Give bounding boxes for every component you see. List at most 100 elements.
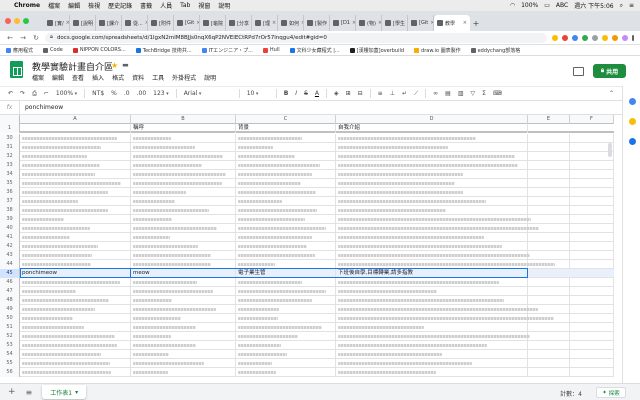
empty-cell[interactable] (528, 323, 570, 332)
redacted-cell[interactable] (336, 224, 539, 233)
select-all-corner[interactable] (0, 115, 20, 124)
empty-cell[interactable] (570, 197, 614, 206)
search-icon[interactable]: ⌕ (620, 2, 623, 10)
browser-tab[interactable]: [Git × (174, 15, 200, 31)
row-number[interactable]: 49 (0, 305, 20, 314)
browser-tab[interactable]: 教學 × (434, 15, 470, 31)
bookmark-item[interactable]: draw.io 圖表製作 (414, 47, 461, 54)
empty-cell[interactable] (528, 278, 570, 287)
redacted-cell[interactable] (236, 296, 336, 305)
redacted-cell[interactable] (20, 314, 131, 323)
redacted-cell[interactable] (20, 224, 131, 233)
redacted-cell[interactable] (236, 305, 336, 314)
docs-menu-item[interactable]: 格式 (112, 73, 124, 82)
empty-cell[interactable] (528, 143, 570, 152)
redacted-cell[interactable] (336, 287, 528, 296)
redacted-cell[interactable] (336, 368, 528, 377)
italic-button[interactable]: I (295, 90, 297, 97)
extension-icon[interactable] (582, 34, 588, 41)
redacted-cell[interactable] (20, 359, 131, 368)
browser-tab[interactable]: [說明× (70, 15, 96, 31)
redacted-cell[interactable] (131, 233, 236, 242)
empty-cell[interactable] (570, 224, 614, 233)
add-sheet-icon[interactable]: + (8, 387, 16, 397)
new-tab-icon[interactable]: + (470, 15, 482, 31)
row-number[interactable]: 34 (0, 170, 20, 179)
empty-cell[interactable] (528, 350, 570, 359)
empty-cell[interactable] (528, 170, 570, 179)
sheets-logo-icon[interactable] (10, 61, 23, 78)
redacted-cell[interactable] (336, 161, 528, 170)
redacted-cell[interactable] (131, 152, 236, 161)
empty-cell[interactable] (528, 314, 570, 323)
row-number[interactable]: 51 (0, 323, 20, 332)
browser-tab[interactable]: [D1 × (330, 15, 356, 31)
align-vertical-icon[interactable]: ⊥ (390, 90, 395, 97)
percent-format-button[interactable]: % (111, 90, 117, 97)
row-number[interactable]: 53 (0, 341, 20, 350)
browser-tab[interactable]: [課介× (96, 15, 122, 31)
chevron-down-icon[interactable]: ▾ (75, 389, 78, 396)
input-tools-icon[interactable]: ⌨ (493, 90, 502, 97)
print-icon[interactable]: ⎙ (32, 90, 37, 98)
redacted-cell[interactable] (236, 179, 336, 188)
redacted-cell[interactable] (131, 359, 236, 368)
column-header-f[interactable]: F (570, 115, 614, 124)
redacted-cell[interactable] (20, 278, 131, 287)
empty-cell[interactable] (570, 278, 614, 287)
reload-icon[interactable]: ↻ (32, 34, 40, 42)
empty-cell[interactable] (570, 368, 614, 377)
empty-cell[interactable] (570, 161, 614, 170)
docs-menu-item[interactable]: 檔案 (32, 73, 44, 82)
borders-icon[interactable]: ⊞ (346, 90, 351, 97)
redacted-cell[interactable] (20, 332, 131, 341)
bold-button[interactable]: B (284, 90, 289, 97)
redacted-cell[interactable] (336, 179, 528, 188)
browser-tab[interactable]: (物) × (356, 15, 382, 31)
header-cell-nickname[interactable]: 稱呼 (131, 124, 236, 133)
zoom-select[interactable]: 100% (56, 90, 77, 97)
browser-tab[interactable]: [學生× (382, 15, 408, 31)
forward-arrow-icon[interactable]: → (19, 34, 27, 42)
empty-cell[interactable] (528, 188, 570, 197)
row-number[interactable]: 55 (0, 359, 20, 368)
empty-cell[interactable] (570, 296, 614, 305)
redacted-cell[interactable] (131, 296, 236, 305)
redacted-cell[interactable] (131, 314, 236, 323)
redacted-cell[interactable] (20, 323, 131, 332)
link-icon[interactable]: ∞ (433, 90, 438, 97)
row-number[interactable]: 42 (0, 242, 20, 251)
menubar-item[interactable]: 書籤 (140, 1, 152, 10)
redacted-cell[interactable] (336, 206, 528, 215)
empty-cell[interactable] (528, 287, 570, 296)
docs-menu-item[interactable]: 工具 (152, 73, 164, 82)
empty-cell[interactable] (570, 332, 614, 341)
selection-count[interactable]: 計數：4 (560, 389, 582, 398)
currency-format-button[interactable]: NT$ (92, 90, 104, 97)
docs-menu-item[interactable]: 外掛程式 (172, 73, 196, 82)
redacted-cell[interactable] (236, 206, 336, 215)
redacted-cell[interactable] (236, 215, 336, 224)
empty-cell[interactable] (528, 233, 570, 242)
row-number[interactable]: 41 (0, 233, 20, 242)
bookmark-item[interactable]: NIPPON COLORS... (72, 47, 126, 53)
redacted-cell[interactable] (336, 341, 528, 350)
bookmark-item[interactable]: TechBridge 技術共... (135, 47, 192, 54)
tasks-icon[interactable] (629, 138, 636, 145)
extension-icon[interactable] (562, 34, 568, 41)
functions-icon[interactable]: Σ (482, 90, 486, 97)
empty-cell[interactable] (570, 233, 614, 242)
bookmark-item[interactable]: 文科少女藏程式 |... (289, 47, 340, 54)
empty-cell[interactable] (570, 260, 614, 269)
redacted-cell[interactable] (336, 278, 528, 287)
increase-decimals-button[interactable]: .00 (137, 90, 147, 97)
sheet-tab[interactable]: 工作表1 ▾ (42, 385, 87, 399)
redacted-cell[interactable] (131, 224, 236, 233)
redacted-cell[interactable] (236, 323, 336, 332)
strikethrough-button[interactable]: S (304, 90, 308, 97)
wifi-icon[interactable]: ◠ (510, 2, 515, 9)
row-number[interactable]: 30 (0, 134, 20, 143)
collapse-toolbar-icon[interactable]: ⌃ (609, 90, 614, 97)
docs-menu-item[interactable]: 插入 (92, 73, 104, 82)
spreadsheet-grid[interactable]: A B C D E F 1 稱呼 背景 自我介紹 30 31 32 33 34 35 36 3… (0, 115, 614, 383)
